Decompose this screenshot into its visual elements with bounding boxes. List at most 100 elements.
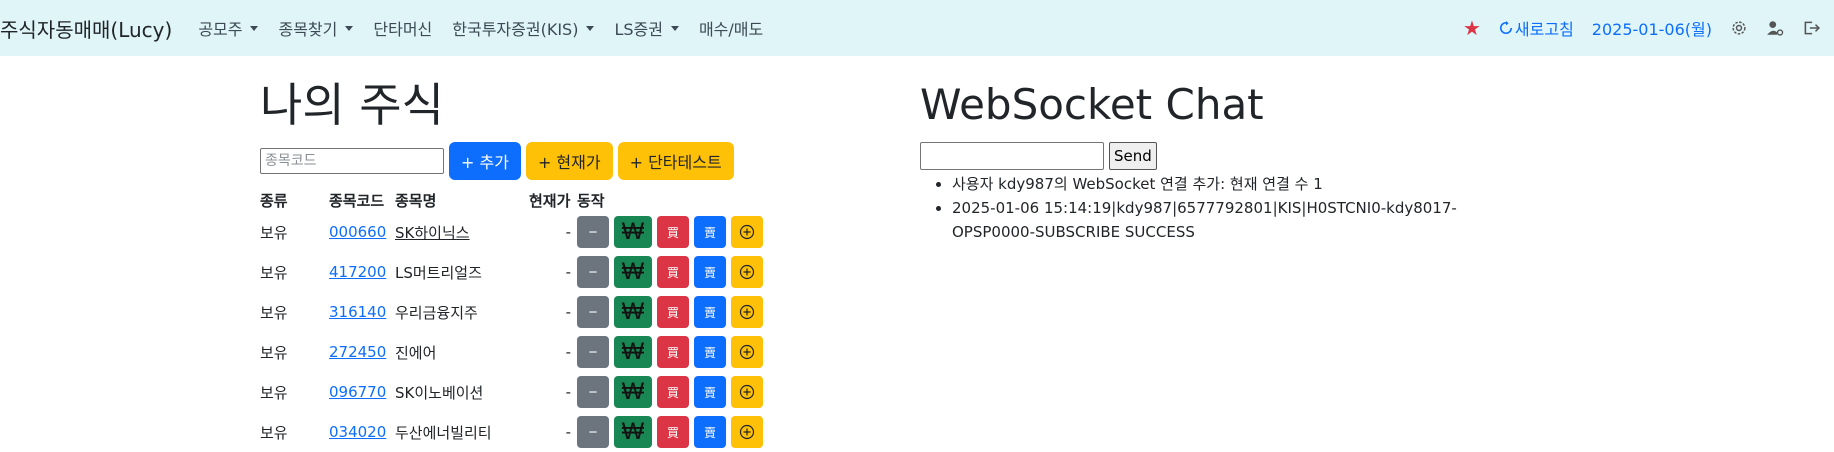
sell-button[interactable]: 賣 <box>694 376 726 408</box>
remove-button[interactable]: − <box>577 416 609 448</box>
won-button[interactable]: ₩ <box>614 416 652 448</box>
remove-button[interactable]: − <box>577 256 609 288</box>
stock-name-cell: LS머트리얼즈 <box>395 252 529 292</box>
refresh-button[interactable]: 새로고침 <box>1499 16 1574 40</box>
stock-name-cell: 우리금융지주 <box>395 292 529 332</box>
won-button[interactable]: ₩ <box>614 336 652 368</box>
nav-menu: 공모주 종목찾기 단타머신 한국투자증권(KIS) LS증권 매수/매도 <box>198 16 783 40</box>
stock-code-link[interactable]: 034020 <box>329 423 386 441</box>
won-button[interactable]: ₩ <box>614 216 652 248</box>
table-row: 보유 316140 우리금융지주 - − ₩ 買賣 <box>260 292 768 332</box>
stock-actions: − ₩ 買賣 <box>577 292 768 332</box>
user-gear-icon[interactable] <box>1766 19 1784 37</box>
stock-code-link[interactable]: 316140 <box>329 303 386 321</box>
current-price-button[interactable]: + 현재가 <box>525 142 613 180</box>
chevron-down-icon <box>586 25 595 31</box>
stock-type: 보유 <box>260 263 288 282</box>
date-link[interactable]: 2025-01-06(월) <box>1592 16 1712 40</box>
websocket-chat-panel: WebSocket Chat Send 사용자 kdy987의 WebSocke… <box>920 72 1620 244</box>
stock-code-input[interactable] <box>260 148 444 174</box>
plus-circle-icon <box>739 224 755 240</box>
stock-code-cell: 034020 <box>329 412 395 452</box>
nav-item-find-stock[interactable]: 종목찾기 <box>278 16 354 40</box>
stock-code-link[interactable]: 096770 <box>329 383 386 401</box>
sell-button[interactable]: 賣 <box>694 216 726 248</box>
refresh-icon <box>1499 21 1512 34</box>
stock-code-link[interactable]: 000660 <box>329 223 386 241</box>
buy-button[interactable]: 買 <box>657 296 689 328</box>
table-row: 보유 096770 SK이노베이션 - − ₩ 買賣 <box>260 372 768 412</box>
chat-title: WebSocket Chat <box>920 80 1264 129</box>
sell-button[interactable]: 賣 <box>694 256 726 288</box>
plus-circle-icon <box>739 424 755 440</box>
nav-item-ipo[interactable]: 공모주 <box>198 16 259 40</box>
stock-type: 보유 <box>260 303 288 322</box>
remove-button[interactable]: − <box>577 376 609 408</box>
stock-name-cell: 두산에너빌리티 <box>395 412 529 452</box>
buy-button[interactable]: 買 <box>657 416 689 448</box>
scalp-test-button[interactable]: + 단타테스트 <box>617 142 734 180</box>
buy-button[interactable]: 買 <box>657 256 689 288</box>
sell-button[interactable]: 賣 <box>694 296 726 328</box>
remove-button[interactable]: − <box>577 336 609 368</box>
stock-table-body: 보유 000660 SK하이닉스 - − ₩ 買賣 보유 417200 LS머트리얼즈 - − ₩ 買賣 보… <box>260 212 768 452</box>
stock-code-cell: 272450 <box>329 332 395 372</box>
sell-button[interactable]: 賣 <box>694 336 726 368</box>
nav-item-kis[interactable]: 한국투자증권(KIS) <box>452 16 595 40</box>
refresh-label: 새로고침 <box>1514 20 1574 39</box>
plus-circle-icon <box>739 384 755 400</box>
plus-circle-button[interactable] <box>731 336 763 368</box>
buy-button[interactable]: 買 <box>657 336 689 368</box>
plus-circle-icon <box>739 344 755 360</box>
send-button[interactable]: Send <box>1109 142 1157 170</box>
chat-message-input[interactable] <box>920 142 1104 170</box>
add-button[interactable]: + 추가 <box>449 142 521 180</box>
nav-right: ★ 새로고침 2025-01-06(월) <box>1445 0 1834 56</box>
chat-message: 사용자 kdy987의 WebSocket 연결 추가: 현재 연결 수 1 <box>952 172 1512 196</box>
sell-button[interactable]: 賣 <box>694 416 726 448</box>
page-title: 나의 주식 <box>260 78 444 132</box>
stock-code-link[interactable]: 417200 <box>329 263 386 281</box>
stock-price: - <box>565 263 571 281</box>
nav-item-label: 종목찾기 <box>278 20 338 39</box>
brand-title[interactable]: 주식자동매매(Lucy) <box>0 14 172 43</box>
stock-code-link[interactable]: 272450 <box>329 343 386 361</box>
stock-name: 진에어 <box>395 343 437 362</box>
won-button[interactable]: ₩ <box>614 376 652 408</box>
gear-icon[interactable] <box>1730 19 1748 37</box>
stock-name[interactable]: SK하이닉스 <box>395 224 470 242</box>
stock-code-cell: 096770 <box>329 372 395 412</box>
nav-item-ls[interactable]: LS증권 <box>614 16 679 40</box>
stock-actions: − ₩ 買賣 <box>577 332 768 372</box>
buy-button[interactable]: 買 <box>657 376 689 408</box>
plus-circle-button[interactable] <box>731 256 763 288</box>
table-row: 보유 034020 두산에너빌리티 - − ₩ 買賣 <box>260 412 768 452</box>
remove-button[interactable]: − <box>577 296 609 328</box>
plus-circle-button[interactable] <box>731 296 763 328</box>
buy-button[interactable]: 買 <box>657 216 689 248</box>
stock-actions: − ₩ 買賣 <box>577 252 768 292</box>
star-icon[interactable]: ★ <box>1463 16 1481 40</box>
column-header: 동작 <box>577 191 605 210</box>
stock-toolbar: + 추가 + 현재가 + 단타테스트 <box>260 142 780 180</box>
nav-item-label: 매수/매도 <box>698 20 764 39</box>
plus-circle-button[interactable] <box>731 416 763 448</box>
plus-circle-button[interactable] <box>731 376 763 408</box>
stock-price: - <box>565 343 571 361</box>
chevron-down-icon <box>345 25 354 31</box>
table-row: 보유 272450 진에어 - − ₩ 買賣 <box>260 332 768 372</box>
stock-type: 보유 <box>260 383 288 402</box>
column-header: 종류 <box>260 191 288 210</box>
stock-name-cell: 진에어 <box>395 332 529 372</box>
stock-name: 두산에너빌리티 <box>395 423 492 442</box>
won-button[interactable]: ₩ <box>614 256 652 288</box>
stock-name: LS머트리얼즈 <box>395 263 482 282</box>
logout-icon[interactable] <box>1802 19 1820 37</box>
won-button[interactable]: ₩ <box>614 296 652 328</box>
remove-button[interactable]: − <box>577 216 609 248</box>
nav-item-scalp-machine[interactable]: 단타머신 <box>373 16 432 40</box>
nav-item-label: 단타머신 <box>373 20 433 39</box>
plus-circle-button[interactable] <box>731 216 763 248</box>
nav-item-buy-sell[interactable]: 매수/매도 <box>699 16 763 40</box>
column-header: 종목명 <box>395 191 437 210</box>
